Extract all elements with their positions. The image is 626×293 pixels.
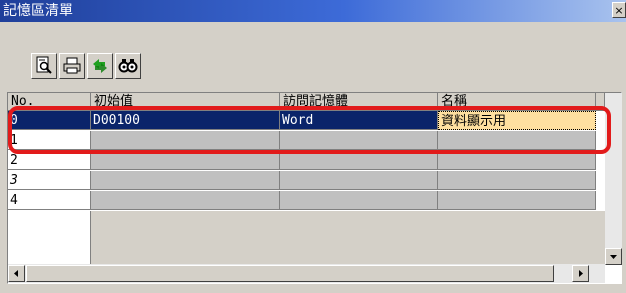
close-button[interactable]: × <box>612 2 626 18</box>
table-row-0-no[interactable]: 0 <box>8 111 91 130</box>
table-row-1-access[interactable] <box>280 131 438 150</box>
refresh-arrows-icon <box>93 59 107 73</box>
print-button[interactable] <box>59 53 85 79</box>
table-row-0-name[interactable]: 資料顯示用 <box>438 111 596 130</box>
table-row-4-name[interactable] <box>438 191 596 210</box>
find-button[interactable] <box>115 53 141 79</box>
arrow-left-icon <box>14 270 18 277</box>
title-bar[interactable]: 記憶區清單 × <box>0 0 626 22</box>
memory-grid[interactable]: No. 初始值 訪問記憶體 名稱 0 D00100 Word 資料顯示用 1 2… <box>7 92 622 284</box>
scroll-down-button[interactable] <box>605 248 622 265</box>
horizontal-scrollbar[interactable] <box>8 264 605 283</box>
header-name[interactable]: 名稱 <box>438 93 596 111</box>
table-row-0-initial[interactable]: D00100 <box>91 111 280 130</box>
memory-list-window: 記憶區清單 × No. 初始值 訪問記憶體 名稱 0 D00100 Word 資… <box>0 0 626 293</box>
table-row-1-initial[interactable] <box>91 131 280 150</box>
table-row-2-name[interactable] <box>438 151 596 170</box>
scroll-left-button[interactable] <box>8 265 25 282</box>
table-empty-space <box>91 211 605 264</box>
preview-icon <box>36 56 52 74</box>
horizontal-scroll-thumb[interactable] <box>26 265 554 282</box>
table-row-2-initial[interactable] <box>91 151 280 170</box>
table-row-3-initial[interactable] <box>91 171 280 190</box>
table-row-3-no[interactable]: 3 <box>8 171 91 190</box>
table-row-1-no[interactable]: 1 <box>8 131 91 150</box>
arrow-down-icon <box>610 255 617 259</box>
scroll-right-button[interactable] <box>572 265 589 282</box>
table-row-0-access[interactable]: Word <box>280 111 438 130</box>
table-row-1-name[interactable] <box>438 131 596 150</box>
table-row-2-access[interactable] <box>280 151 438 170</box>
table-row-4-no[interactable]: 4 <box>8 191 91 210</box>
refresh-button[interactable] <box>87 53 113 79</box>
preview-button[interactable] <box>31 53 57 79</box>
header-filler <box>596 93 605 111</box>
table-row-3-name[interactable] <box>438 171 596 190</box>
arrow-right-icon <box>579 270 583 277</box>
binoculars-icon <box>118 59 138 73</box>
print-icon <box>63 57 81 74</box>
window-title: 記憶區清單 <box>3 3 73 19</box>
header-initial-value[interactable]: 初始值 <box>91 93 280 111</box>
table-row-4-initial[interactable] <box>91 191 280 210</box>
table-row-3-access[interactable] <box>280 171 438 190</box>
table-row-2-no[interactable]: 2 <box>8 151 91 170</box>
table-empty-area <box>8 211 91 264</box>
table-row-4-access[interactable] <box>280 191 438 210</box>
header-no[interactable]: No. <box>8 93 91 111</box>
header-access-memory[interactable]: 訪問記憶體 <box>280 93 438 111</box>
vertical-scrollbar[interactable] <box>605 93 622 265</box>
